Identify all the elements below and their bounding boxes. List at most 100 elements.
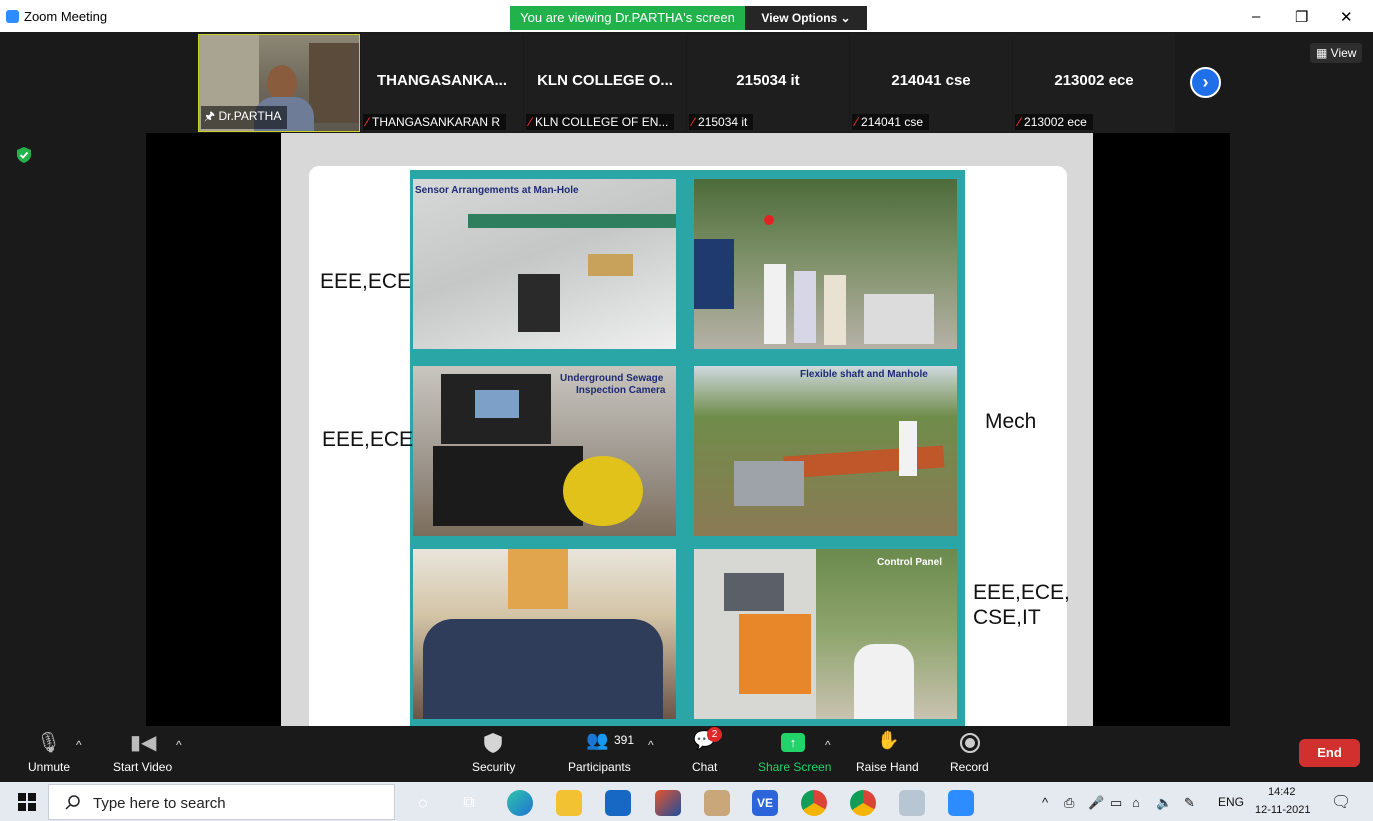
photo-flexible-shaft	[694, 366, 957, 536]
zoom-app-icon	[6, 10, 19, 23]
show-hidden-icons[interactable]: ^	[1042, 795, 1048, 810]
label-row2-left: EEE,ECE	[322, 428, 414, 451]
chevron-up-icon[interactable]: ^	[825, 738, 831, 752]
caption-sensor: Sensor Arrangements at Man-Hole	[415, 185, 579, 196]
sensor-bar	[468, 214, 676, 228]
panel-breakers	[724, 573, 784, 611]
volume-icon[interactable]: 🔈	[1156, 795, 1172, 811]
mic-muted-icon[interactable]: 🎙	[36, 730, 61, 755]
record-button[interactable]: Record	[950, 760, 989, 774]
participant-display-name: THANGASANKA...	[377, 72, 507, 89]
windows-start-icon[interactable]	[18, 793, 36, 811]
panel-board	[739, 614, 811, 694]
caption-panel: Control Panel	[877, 557, 943, 568]
jeep	[694, 239, 734, 309]
camera-case	[433, 446, 583, 526]
edge-icon[interactable]	[507, 790, 533, 816]
participant-tile[interactable]: 214041 cse ⁄ 214041 cse	[850, 34, 1012, 132]
security-button[interactable]: Security	[472, 760, 515, 774]
participant-tile[interactable]: 215034 it ⁄ 215034 it	[687, 34, 849, 132]
app-icon[interactable]	[704, 790, 730, 816]
view-button[interactable]: ▦ View	[1310, 43, 1363, 63]
caption-shaft: Flexible shaft and Manhole	[800, 369, 928, 380]
security-shield-icon[interactable]	[17, 147, 31, 163]
shield-icon[interactable]	[484, 733, 502, 753]
tray-app-icon[interactable]: ⎙	[1064, 795, 1074, 811]
person	[899, 421, 917, 476]
shaft-pipe	[783, 445, 945, 479]
participant-label: ⁄ 213002 ece	[1015, 114, 1093, 130]
participant-display-name: 213002 ece	[1054, 72, 1134, 89]
chat-button[interactable]: Chat	[692, 760, 717, 774]
participant-label: ⁄ 214041 cse	[852, 114, 930, 130]
participant-tile[interactable]: KLN COLLEGE O... ⁄ KLN COLLEGE OF EN...	[524, 34, 686, 132]
chevron-up-icon[interactable]: ^	[176, 738, 182, 752]
chat-badge: 2	[707, 727, 722, 742]
viewing-banner: You are viewing Dr.PARTHA's screen	[510, 6, 745, 30]
minimize-icon[interactable]: –	[1252, 8, 1260, 25]
mic-muted-icon: ⁄	[855, 115, 858, 129]
meeting-toolbar	[0, 726, 1373, 782]
mail-icon[interactable]	[605, 790, 631, 816]
participants-count: 391	[614, 733, 635, 747]
restore-icon[interactable]: ❐	[1295, 8, 1308, 26]
search-icon	[65, 795, 80, 810]
participant-label: ⁄ 215034 it	[689, 114, 754, 130]
microphone-icon[interactable]: 🎤	[1088, 795, 1104, 811]
start-video-button[interactable]: Start Video	[113, 760, 172, 774]
battery-icon[interactable]: ▭	[1110, 795, 1122, 811]
mic-muted-icon: ⁄	[366, 115, 369, 129]
participants-button[interactable]: Participants	[568, 760, 631, 774]
matlab-icon[interactable]	[655, 790, 681, 816]
wood-block	[588, 254, 633, 276]
participant-tile[interactable]: 213002 ece ⁄ 213002 ece	[1013, 34, 1175, 132]
raise-hand-button[interactable]: Raise Hand	[856, 760, 919, 774]
person	[764, 264, 786, 344]
view-options-button[interactable]: View Options ⌄	[745, 6, 867, 30]
participant-video-partha[interactable]: 🖈 Dr.PARTHA	[198, 34, 360, 132]
clock-time[interactable]: 14:42	[1268, 786, 1296, 798]
share-screen-icon[interactable]: ↑	[781, 733, 805, 752]
sensor-box	[518, 274, 560, 332]
task-view-icon[interactable]: ⧉	[456, 790, 482, 816]
language-indicator[interactable]: ENG	[1218, 795, 1244, 809]
label-row2-right: Mech	[985, 410, 1037, 433]
machine	[734, 461, 804, 506]
record-icon[interactable]	[960, 733, 980, 753]
taskbar-search-box[interactable]: Type here to search	[48, 784, 395, 820]
camera-screen	[475, 390, 519, 418]
paint-icon[interactable]	[899, 790, 925, 816]
chrome-icon[interactable]	[801, 790, 827, 816]
notifications-icon[interactable]: 🗨	[1331, 792, 1351, 812]
chevron-up-icon[interactable]: ^	[76, 738, 82, 752]
zoom-taskbar-icon[interactable]	[948, 790, 974, 816]
cortana-icon[interactable]: ○	[410, 790, 436, 816]
mic-muted-icon: ⁄	[529, 115, 532, 129]
unmute-button[interactable]: Unmute	[28, 760, 70, 774]
pen-icon[interactable]: ✎	[1184, 795, 1195, 811]
participants-icon[interactable]: 👥	[586, 730, 608, 751]
person	[794, 271, 816, 343]
model-structure	[864, 294, 934, 344]
person	[824, 275, 846, 345]
close-icon[interactable]: ✕	[1340, 8, 1353, 26]
clock-date[interactable]: 12-11-2021	[1255, 804, 1310, 816]
next-page-icon[interactable]: ›	[1190, 67, 1221, 98]
share-screen-button[interactable]: Share Screen	[758, 760, 831, 774]
pin-icon: 🖈	[204, 109, 219, 123]
mic-muted-icon: ⁄	[1018, 115, 1021, 129]
video-off-icon[interactable]: ▮◀	[130, 730, 156, 755]
end-meeting-button[interactable]: End	[1299, 739, 1360, 767]
participant-tile[interactable]: THANGASANKA... ⁄ THANGASANKARAN R	[361, 34, 523, 132]
network-icon[interactable]: ⌂	[1132, 795, 1140, 810]
photo-students-lab	[413, 549, 676, 719]
students-group	[423, 619, 663, 719]
participant-label: ⁄ THANGASANKARAN R	[363, 114, 507, 130]
vs-code-icon[interactable]: VE	[752, 790, 778, 816]
file-explorer-icon[interactable]	[556, 790, 582, 816]
chrome-icon[interactable]	[850, 790, 876, 816]
chevron-up-icon[interactable]: ^	[648, 738, 654, 752]
person	[854, 644, 914, 719]
raise-hand-icon[interactable]: ✋	[877, 730, 899, 751]
red-dot	[764, 215, 774, 225]
